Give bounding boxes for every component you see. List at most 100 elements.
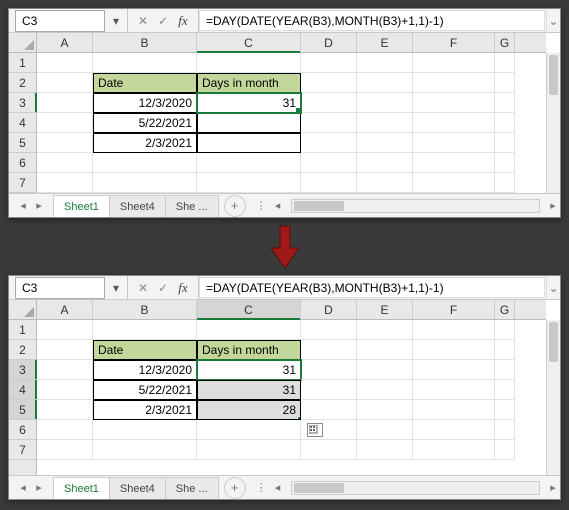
cell-C5-value: 28 — [283, 403, 296, 417]
autofill-options-icon[interactable] — [307, 423, 323, 437]
cell-C3-selected[interactable]: 31 — [197, 93, 301, 113]
tab-sheet1[interactable]: Sheet1 — [53, 477, 110, 499]
tab-overflow[interactable]: She ... — [165, 477, 219, 499]
row-7[interactable]: 7 — [9, 440, 36, 460]
cell-C3-active[interactable]: 31 — [197, 360, 301, 380]
v-scroll-thumb[interactable] — [549, 55, 558, 95]
cell-B2[interactable]: Date — [93, 73, 197, 93]
col-G[interactable]: G — [495, 300, 515, 319]
sheet-tabs-top: ◂▸ Sheet1 Sheet4 She ... + ⋮ ◂ ▸ — [9, 193, 560, 217]
row-1[interactable]: 1 — [9, 53, 36, 73]
formula-input[interactable]: =DAY(DATE(YEAR(B3),MONTH(B3)+1,1)-1) — [199, 277, 545, 298]
enter-icon[interactable]: ✓ — [154, 279, 172, 297]
cell-B2[interactable]: Date — [93, 340, 197, 360]
cell-A2[interactable] — [37, 73, 93, 93]
tab-nav[interactable]: ◂▸ — [9, 199, 53, 212]
tab-overflow-dots: ... — [198, 483, 207, 495]
col-F[interactable]: F — [413, 33, 495, 52]
formula-bar-bottom: ▾ ✕ ✓ fx =DAY(DATE(YEAR(B3),MONTH(B3)+1,… — [9, 276, 560, 300]
col-D[interactable]: D — [301, 33, 357, 52]
cell-C5[interactable] — [197, 133, 301, 153]
name-box[interactable] — [15, 277, 105, 299]
fx-icon[interactable]: fx — [174, 12, 192, 30]
v-scrollbar[interactable]: ▴ — [546, 320, 560, 475]
col-B[interactable]: B — [93, 33, 197, 52]
tab-nav[interactable]: ◂▸ — [9, 481, 53, 494]
fill-handle-icon[interactable] — [297, 416, 301, 420]
formula-bar: ▾ ✕ ✓ fx =DAY(DATE(YEAR(B3),MONTH(B3)+1,… — [9, 9, 560, 33]
transition-arrow-icon — [267, 224, 303, 270]
row-5[interactable]: 5 — [9, 400, 36, 420]
cancel-icon[interactable]: ✕ — [134, 279, 152, 297]
cell-B4[interactable]: 5/22/2021 — [93, 113, 197, 133]
col-B[interactable]: B — [93, 300, 197, 319]
formula-expand-icon[interactable]: ⌄ — [546, 276, 560, 299]
tab-sheet4[interactable]: Sheet4 — [109, 195, 166, 217]
row-2[interactable]: 2 — [9, 73, 36, 93]
col-E[interactable]: E — [357, 300, 413, 319]
v-scroll-thumb[interactable] — [549, 322, 558, 362]
row-6[interactable]: 6 — [9, 153, 36, 173]
cell-B3[interactable]: 12/3/2020 — [93, 93, 197, 113]
row-7[interactable]: 7 — [9, 173, 36, 193]
enter-icon[interactable]: ✓ — [154, 12, 172, 30]
h-scroll-thumb[interactable] — [294, 201, 344, 211]
formula-expand-icon[interactable]: ⌄ — [546, 9, 560, 32]
add-sheet-button[interactable]: + — [224, 195, 246, 217]
col-G[interactable]: G — [495, 33, 515, 52]
name-box-dropdown-icon[interactable]: ▾ — [109, 10, 123, 32]
row-6[interactable]: 6 — [9, 420, 36, 440]
grid-bottom: A B C D E F G 1 2 3 4 5 6 7 Date Days in… — [9, 300, 560, 475]
col-C[interactable]: C — [197, 33, 301, 52]
col-F[interactable]: F — [413, 300, 495, 319]
cell-B5[interactable]: 2/3/2021 — [93, 133, 197, 153]
name-box-dropdown-icon[interactable]: ▾ — [109, 277, 123, 299]
cell-B4[interactable]: 5/22/2021 — [93, 380, 197, 400]
tab-overflow-prefix: She — [176, 201, 196, 213]
formula-controls: ✕ ✓ fx — [128, 9, 199, 32]
add-sheet-button[interactable]: + — [224, 477, 246, 499]
tab-overflow-dots: ... — [198, 201, 207, 213]
row-5[interactable]: 5 — [9, 133, 36, 153]
cell-C4[interactable]: 31 — [197, 380, 301, 400]
tab-more-icon[interactable]: ⋮ — [252, 481, 271, 494]
select-all-corner[interactable] — [9, 33, 37, 53]
v-scrollbar[interactable]: ▴ — [546, 53, 560, 193]
tab-overflow[interactable]: She ... — [165, 195, 219, 217]
col-D[interactable]: D — [301, 300, 357, 319]
hscroll-right-icon[interactable]: ▸ — [546, 481, 560, 494]
col-E[interactable]: E — [357, 33, 413, 52]
formula-input[interactable]: =DAY(DATE(YEAR(B3),MONTH(B3)+1,1)-1) — [199, 10, 545, 31]
cell-B5[interactable]: 2/3/2021 — [93, 400, 197, 420]
select-all-corner[interactable] — [9, 300, 37, 320]
name-box-wrap: ▾ — [9, 276, 128, 299]
cell-C2[interactable]: Days in month — [197, 73, 301, 93]
cell-B3[interactable]: 12/3/2020 — [93, 360, 197, 380]
col-A[interactable]: A — [37, 300, 93, 319]
row-3[interactable]: 3 — [9, 93, 36, 113]
row-3[interactable]: 3 — [9, 360, 36, 380]
col-A[interactable]: A — [37, 33, 93, 52]
fx-icon[interactable]: fx — [174, 279, 192, 297]
tab-sheet4[interactable]: Sheet4 — [109, 477, 166, 499]
tab-more-icon[interactable]: ⋮ — [252, 199, 271, 212]
hscroll-right-icon[interactable]: ▸ — [546, 199, 560, 212]
cell-C2[interactable]: Days in month — [197, 340, 301, 360]
column-headers: A B C D E F G — [37, 33, 546, 53]
excel-window-before: ▾ ✕ ✓ fx =DAY(DATE(YEAR(B3),MONTH(B3)+1,… — [8, 8, 561, 218]
row-1[interactable]: 1 — [9, 320, 36, 340]
cancel-icon[interactable]: ✕ — [134, 12, 152, 30]
row-4[interactable]: 4 — [9, 380, 36, 400]
hscroll-left-icon[interactable]: ◂ — [271, 481, 285, 494]
h-scroll-thumb[interactable] — [294, 483, 344, 493]
h-scrollbar[interactable] — [291, 199, 540, 213]
col-C[interactable]: C — [197, 300, 301, 319]
hscroll-left-icon[interactable]: ◂ — [271, 199, 285, 212]
cell-C5[interactable]: 28 — [197, 400, 301, 420]
tab-sheet1[interactable]: Sheet1 — [53, 195, 110, 217]
h-scrollbar[interactable] — [291, 481, 540, 495]
row-4[interactable]: 4 — [9, 113, 36, 133]
row-2[interactable]: 2 — [9, 340, 36, 360]
cell-C4[interactable] — [197, 113, 301, 133]
name-box[interactable] — [15, 10, 105, 32]
